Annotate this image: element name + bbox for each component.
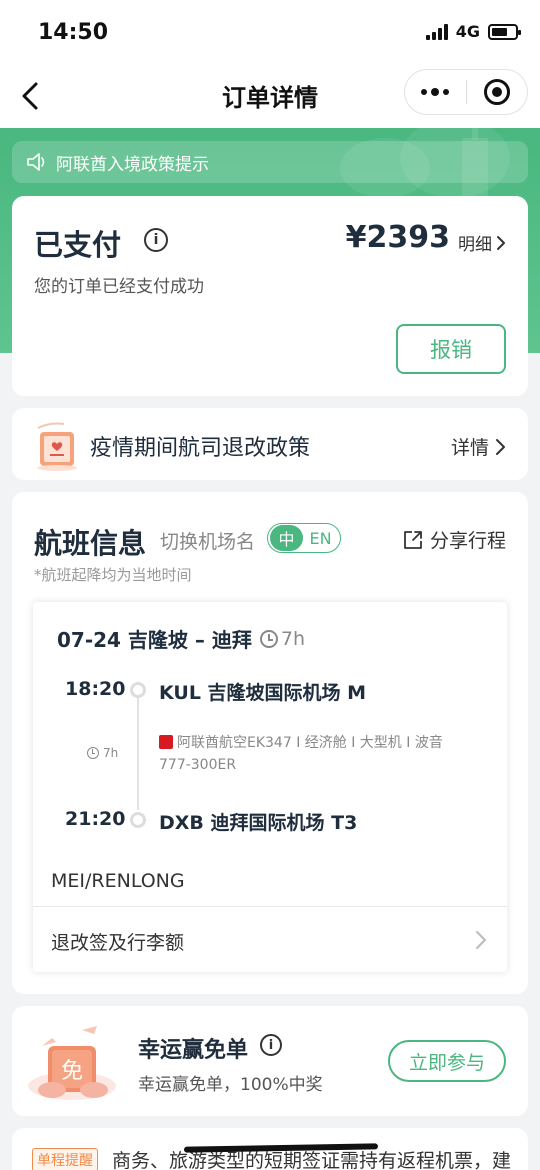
- lang-option-zh[interactable]: 中: [270, 525, 304, 551]
- network-type: 4G: [455, 22, 480, 41]
- flight-info-card: 航班信息 切换机场名 中 EN 分享行程 *航班起降均为当地时间 07-24 吉…: [12, 492, 528, 994]
- airline-info: 阿联酋航空EK347 I 经济舱 I 大型机 I 波音777-300ER: [159, 732, 449, 776]
- lucky-title: 幸运赢免单: [138, 1038, 249, 1063]
- order-status-subtitle: 您的订单已经支付成功: [34, 277, 204, 297]
- depart-time: 18:20: [65, 678, 126, 700]
- refund-policy-text: 疫情期间航司退改政策: [90, 436, 311, 461]
- signal-icon: [425, 23, 448, 40]
- entry-policy-notice[interactable]: 阿联酋入境政策提示: [12, 141, 528, 183]
- lang-option-en[interactable]: EN: [303, 529, 338, 548]
- chevron-right-icon: [496, 438, 505, 455]
- airport-language-toggle[interactable]: 中 EN: [267, 523, 341, 553]
- order-status-title: 已支付: [34, 228, 122, 262]
- refund-policy-card[interactable]: 疫情期间航司退改政策 详情: [12, 408, 528, 480]
- info-icon[interactable]: i: [260, 1034, 282, 1056]
- depart-dot: [130, 682, 146, 698]
- order-status-card: 已支付 i ¥2393 明细 您的订单已经支付成功 报销: [12, 196, 528, 396]
- price-detail-label: 明细: [458, 235, 492, 255]
- join-now-button[interactable]: 立即参与: [388, 1040, 506, 1082]
- flight-segment: 07-24 吉隆坡 – 迪拜 7h 18:20 KUL 吉隆坡国际机场 M 7h…: [33, 602, 507, 972]
- clock-icon: [259, 629, 278, 648]
- chevron-right-icon: [497, 235, 505, 250]
- target-icon: [483, 79, 510, 105]
- flight-duration: 7h: [87, 746, 118, 760]
- policy-detail-label: 详情: [450, 437, 489, 459]
- mini-program-capsule: [404, 69, 528, 115]
- reminder-tag: 单程提醒: [32, 1148, 98, 1170]
- price-detail-link[interactable]: 明细: [458, 230, 506, 255]
- depart-airport: KUL 吉隆坡国际机场 M: [159, 682, 367, 704]
- share-itinerary-label: 分享行程: [429, 530, 506, 552]
- segment-date-route: 07-24 吉隆坡 – 迪拜: [57, 628, 252, 652]
- notice-text: 阿联酋入境政策提示: [56, 154, 209, 175]
- timeline-line: [137, 698, 139, 810]
- status-bar: 14:50 4G: [0, 0, 540, 64]
- airline-info-text: 阿联酋航空EK347 I 经济舱 I 大型机 I 波音777-300ER: [159, 735, 443, 773]
- switch-airport-name-label: 切换机场名: [160, 531, 256, 553]
- nav-bar: 订单详情: [0, 64, 540, 128]
- baggage-policy-link[interactable]: 退改签及行李额: [51, 928, 184, 955]
- policy-detail-link[interactable]: 详情: [451, 433, 506, 460]
- policy-document-icon: [37, 422, 77, 471]
- battery-icon: [488, 23, 521, 40]
- lucky-free-order-card: 免 幸运赢免单 i 幸运赢免单，100%中奖 立即参与: [12, 1006, 528, 1116]
- arrive-dot: [130, 812, 146, 828]
- arrive-airport: DXB 迪拜国际机场 T3: [159, 812, 358, 834]
- one-way-reminder-card: 单程提醒 商务、旅游类型的短期签证需持有返程机票，建: [12, 1128, 528, 1170]
- share-itinerary-button[interactable]: 分享行程: [402, 526, 506, 553]
- flight-duration-value: 7h: [103, 746, 119, 760]
- segment-duration: 7h: [280, 627, 305, 650]
- local-time-note: *航班起降均为当地时间: [34, 566, 192, 584]
- speaker-icon: [27, 153, 45, 171]
- close-mini-program-button[interactable]: [466, 70, 527, 114]
- svg-text:免: 免: [61, 1059, 83, 1084]
- lucky-subtitle: 幸运赢免单，100%中奖: [138, 1075, 323, 1095]
- status-indicators: 4G: [425, 22, 521, 41]
- share-icon: [404, 530, 422, 549]
- reimburse-button[interactable]: 报销: [396, 324, 506, 374]
- arrive-time: 21:20: [65, 808, 126, 830]
- more-menu-button[interactable]: [405, 70, 466, 114]
- info-icon[interactable]: i: [144, 228, 168, 252]
- segment-header: 07-24 吉隆坡 – 迪拜 7h: [57, 624, 305, 653]
- chevron-right-icon[interactable]: [475, 930, 487, 950]
- free-order-gift-icon: 免: [28, 1026, 116, 1100]
- clock-icon: [87, 747, 99, 759]
- passenger-name: MEI/RENLONG: [51, 870, 185, 892]
- flight-info-title: 航班信息: [34, 527, 147, 560]
- status-time: 14:50: [38, 20, 109, 45]
- order-price: ¥2393: [345, 220, 450, 255]
- airline-logo-icon: [159, 735, 173, 749]
